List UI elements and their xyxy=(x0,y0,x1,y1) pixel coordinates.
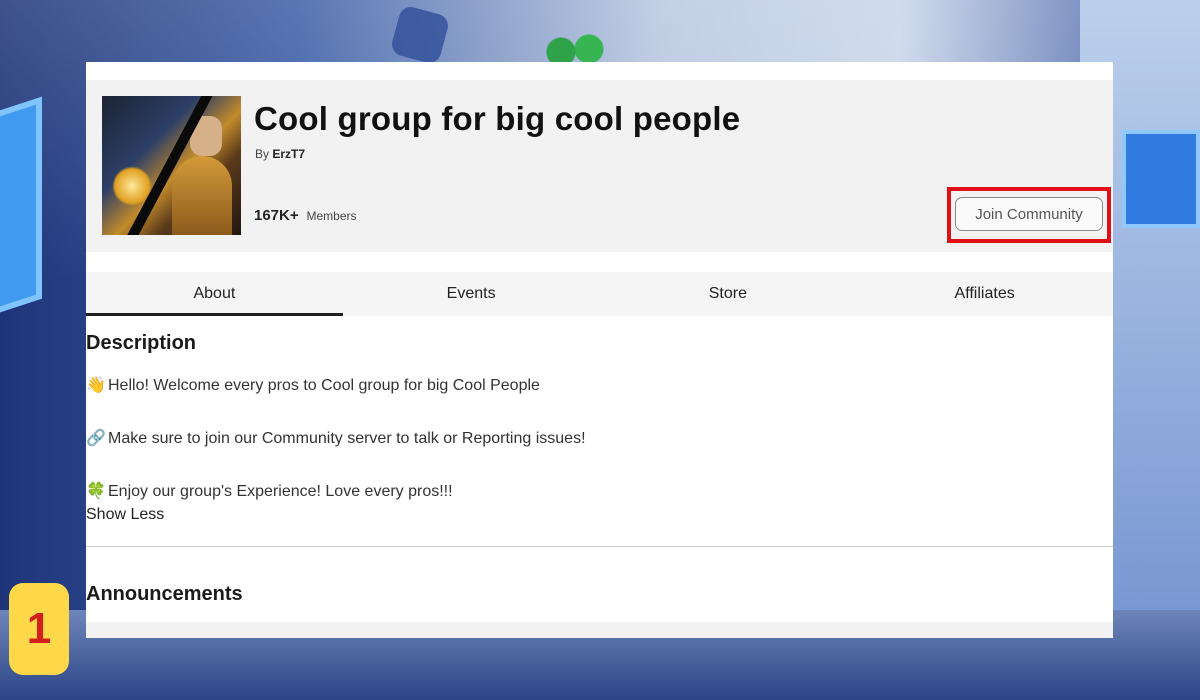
tab-events[interactable]: Events xyxy=(343,272,600,316)
description-text: Enjoy our group's Experience! Love every… xyxy=(108,483,453,500)
wave-icon: 👋 xyxy=(86,377,106,394)
background-slab-right xyxy=(1122,130,1200,228)
background-plant xyxy=(540,34,610,64)
creator-link[interactable]: ErzT7 xyxy=(272,147,305,161)
join-button-highlight: Join Community xyxy=(947,187,1111,243)
link-icon: 🔗 xyxy=(86,430,106,447)
member-count-value: 167K+ xyxy=(254,207,299,224)
group-page-card: Cool group for big cool people By ErzT7 … xyxy=(86,62,1113,638)
description-heading: Description xyxy=(86,332,197,354)
tab-affiliates[interactable]: Affiliates xyxy=(856,272,1113,316)
section-divider xyxy=(86,546,1113,547)
group-byline: By ErzT7 xyxy=(255,147,305,161)
announcements-heading: Announcements xyxy=(86,583,243,605)
background-slab-left xyxy=(0,96,42,326)
announcements-area xyxy=(86,622,1113,638)
member-count: 167K+ Members xyxy=(254,207,357,224)
background-ornament xyxy=(389,4,451,66)
show-less-link[interactable]: Show Less xyxy=(86,506,164,524)
tab-about[interactable]: About xyxy=(86,272,343,316)
clover-icon: 🍀 xyxy=(86,483,106,500)
description-line: 🔗 Make sure to join our Community server … xyxy=(86,428,586,448)
thumbnail-coat xyxy=(172,156,232,235)
group-title: Cool group for big cool people xyxy=(254,100,741,137)
description-line: 👋 Hello! Welcome every pros to Cool group… xyxy=(86,375,540,395)
description-line: 🍀 Enjoy our group's Experience! Love ever… xyxy=(86,481,453,501)
tab-store[interactable]: Store xyxy=(600,272,857,316)
group-thumbnail xyxy=(102,96,241,235)
join-community-button[interactable]: Join Community xyxy=(955,197,1103,231)
group-tabs: About Events Store Affiliates xyxy=(86,272,1113,316)
group-header: Cool group for big cool people By ErzT7 … xyxy=(86,80,1113,252)
description-text: Make sure to join our Community server t… xyxy=(108,430,586,447)
member-count-label: Members xyxy=(306,209,357,223)
by-prefix: By xyxy=(255,147,270,161)
step-number-badge: 1 xyxy=(9,583,69,675)
description-text: Hello! Welcome every pros to Cool group … xyxy=(108,377,540,394)
